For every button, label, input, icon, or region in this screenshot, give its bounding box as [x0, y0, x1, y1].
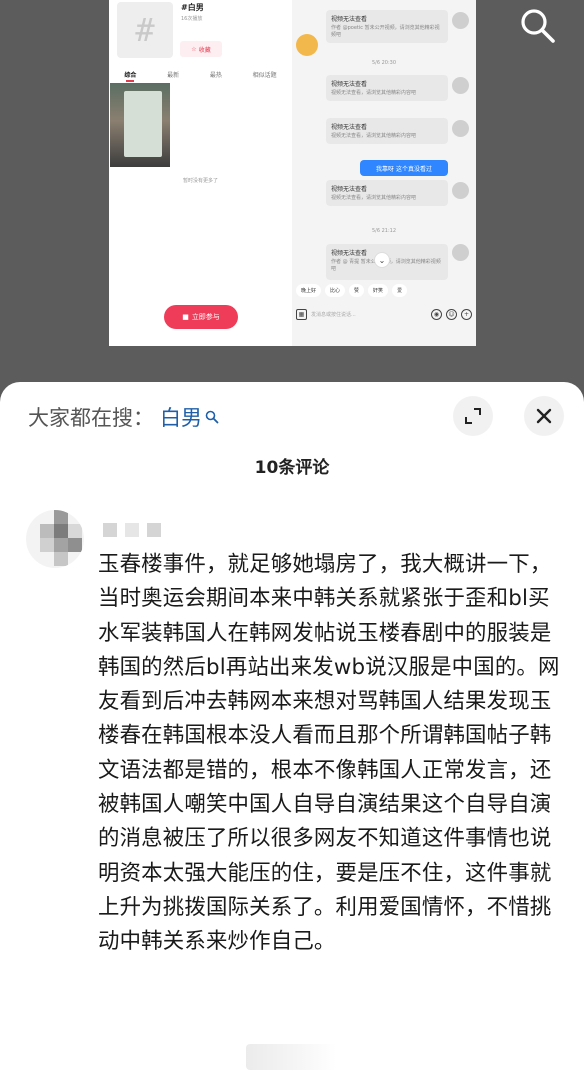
chat-message: 视频无法查看 作者 @poetic 暂未公开视频，请浏览其他精彩视频吧 — [326, 10, 448, 43]
topic-tabs: 综合 最新 最热 相似话题 — [109, 70, 292, 82]
quick-reply-chip[interactable]: 赞 — [349, 284, 365, 297]
timestamp: 5/6 20:30 — [371, 60, 397, 66]
search-suggestion-keyword[interactable]: 白男 — [160, 402, 202, 432]
commenter-name-redacted — [103, 523, 161, 537]
avatar[interactable] — [26, 510, 84, 568]
topic-screenshot: # #白男 16次播放 ☆ 收藏 综合 最新 最热 相似话题 暂时没有更多了 ■… — [109, 0, 292, 346]
expand-button[interactable] — [453, 396, 493, 436]
avatar — [452, 244, 469, 261]
close-icon — [536, 408, 552, 424]
message-input[interactable]: 发消息或按住说话... — [311, 311, 427, 318]
join-button[interactable]: ■ 立即参与 — [164, 305, 238, 329]
star-icon: ☆ — [191, 45, 197, 53]
tab-hottest[interactable]: 最热 — [210, 70, 222, 79]
hashtag-icon: # — [117, 2, 173, 58]
voice-icon[interactable]: ◉ — [431, 308, 442, 320]
search-suggestion-prefix: 大家都在搜： — [28, 406, 154, 430]
avatar — [452, 77, 469, 94]
chat-message: 视频无法查看 视频无法查看，请浏览其他精彩内容吧 — [326, 118, 448, 144]
timestamp: 5/6 21:12 — [371, 228, 397, 234]
topic-play-count: 16次播放 — [181, 16, 203, 22]
no-more-text: 暂时没有更多了 — [182, 178, 218, 184]
avatar — [452, 120, 469, 137]
join-label: 立即参与 — [191, 313, 220, 321]
self-message: 我靠呀 这个真没看过 — [360, 160, 448, 176]
emoji-icon[interactable]: ☺ — [446, 308, 457, 320]
tab-latest[interactable]: 最新 — [167, 70, 179, 79]
quick-reply-chip[interactable]: 晚上好 — [296, 284, 322, 297]
camera-icon: ■ — [182, 313, 189, 321]
quick-reply-row: 晚上好 比心 赞 奸笑 爱 — [296, 284, 476, 297]
topic-title: #白男 — [181, 3, 204, 12]
quick-reply-chip[interactable]: 爱 — [392, 284, 408, 297]
avatar — [452, 182, 469, 199]
close-button[interactable] — [524, 396, 564, 436]
comment-text: 玉春楼事件，就足够她塌房了，我大概讲一下，当时奥运会期间本来中韩关系就紧张于歪和… — [98, 552, 560, 955]
media-preview[interactable]: # #白男 16次播放 ☆ 收藏 综合 最新 最热 相似话题 暂时没有更多了 ■… — [0, 0, 584, 390]
video-thumbnail[interactable] — [110, 83, 170, 167]
tab-similar-topics[interactable]: 相似话题 — [253, 70, 277, 79]
expand-icon — [465, 408, 481, 424]
message-input-bar[interactable]: ▦ 发消息或按住说话... ◉ ☺ + — [296, 305, 472, 323]
comment-sheet: 大家都在搜： 白男 10条评论 玉春楼事件，就足够她塌房了，我大概讲一下，当时奥… — [0, 382, 584, 1080]
favorite-button[interactable]: ☆ 收藏 — [180, 41, 222, 57]
scroll-down-icon[interactable]: ⌄ — [374, 252, 390, 268]
grid-icon[interactable]: ▦ — [296, 308, 307, 320]
chat-screenshot: 视频无法查看 作者 @poetic 暂未公开视频，请浏览其他精彩视频吧 5/6 … — [292, 0, 476, 346]
plus-icon[interactable]: + — [461, 308, 472, 320]
chat-message: 视频无法查看 视频无法查看，请浏览其他精彩内容吧 — [326, 180, 448, 206]
comment-count-title: 10条评论 — [254, 458, 330, 478]
tab-general[interactable]: 综合 — [124, 70, 136, 82]
search-icon — [205, 410, 219, 424]
search-suggestion[interactable]: 大家都在搜： 白男 — [28, 402, 219, 432]
redacted-watermark — [246, 1044, 336, 1070]
search-icon[interactable] — [518, 6, 558, 46]
quick-reply-chip[interactable]: 奸笑 — [368, 284, 389, 297]
quick-reply-chip[interactable]: 比心 — [325, 284, 346, 297]
avatar — [452, 12, 469, 29]
favorite-label: 收藏 — [198, 46, 211, 54]
bot-avatar — [296, 34, 318, 56]
chat-message: 视频无法查看 视频无法查看，请浏览其他精彩内容吧 — [326, 75, 448, 101]
